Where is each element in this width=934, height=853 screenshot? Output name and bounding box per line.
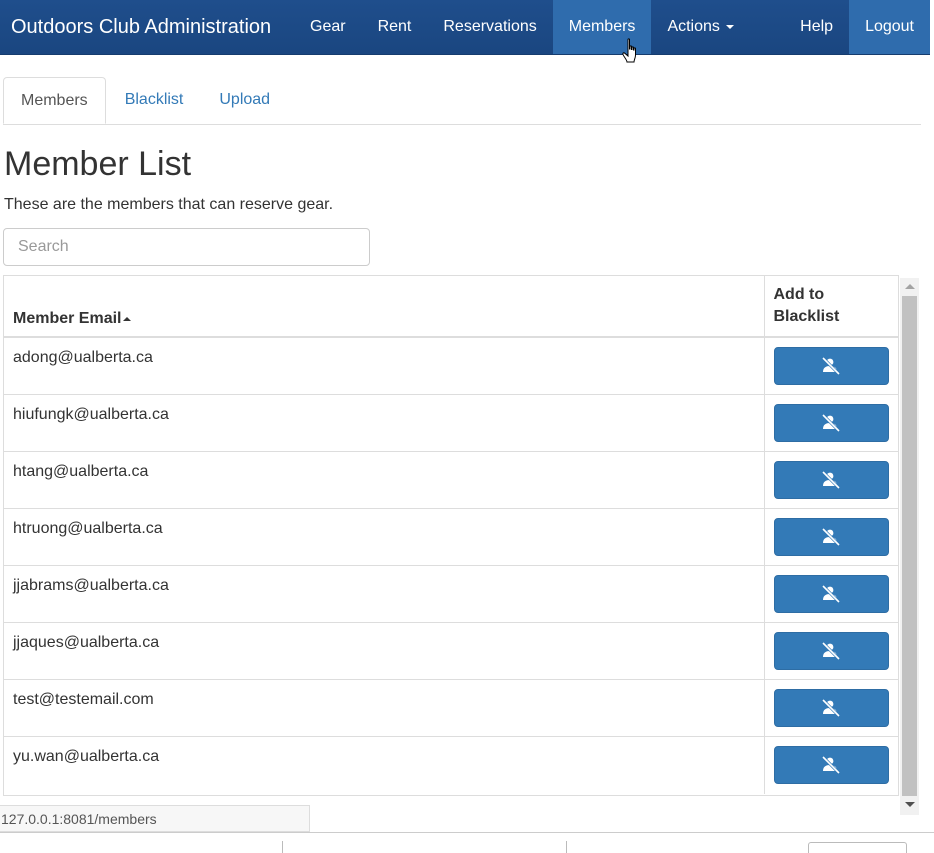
tab-upload[interactable]: Upload (202, 77, 287, 123)
sort-ascending-icon (123, 316, 132, 321)
user-slash-icon (821, 414, 841, 432)
nav-rent[interactable]: Rent (362, 0, 428, 54)
blacklist-action-cell (763, 565, 898, 623)
scroll-down-arrow-icon[interactable] (905, 802, 915, 807)
nav-reservations[interactable]: Reservations (427, 0, 552, 54)
vertical-scrollbar[interactable] (900, 278, 919, 815)
table-row: test@testemail.com (4, 679, 898, 737)
user-slash-icon (821, 528, 841, 546)
member-email-cell: test@testemail.com (4, 679, 764, 737)
members-table-container: Member Email Add to Blacklist adong@ualb… (3, 275, 899, 796)
add-to-blacklist-button[interactable] (773, 746, 889, 784)
table-row: adong@ualberta.ca (4, 336, 898, 395)
member-email-cell: adong@ualberta.ca (4, 336, 764, 395)
member-email-cell: jjabrams@ualberta.ca (4, 565, 764, 623)
table-row: yu.wan@ualberta.ca (4, 736, 898, 794)
user-slash-icon (821, 357, 841, 375)
brand-title[interactable]: Outdoors Club Administration (0, 16, 294, 39)
caret-down-icon (725, 25, 734, 29)
hand-pointer-cursor-icon (622, 38, 636, 63)
blacklist-action-cell (763, 736, 898, 794)
column-header-label: Member Email (13, 310, 122, 327)
column-header-member-email[interactable]: Member Email (4, 276, 764, 338)
status-bar-url: 127.0.0.1:8081/members (0, 805, 310, 832)
tab-blacklist[interactable]: Blacklist (108, 77, 201, 123)
search-input[interactable] (3, 228, 370, 266)
members-table: Member Email Add to Blacklist adong@ualb… (4, 276, 898, 794)
bottom-panel (0, 832, 934, 853)
tab-members[interactable]: Members (3, 77, 106, 124)
add-to-blacklist-button[interactable] (773, 632, 889, 670)
add-to-blacklist-button[interactable] (773, 404, 889, 442)
member-email-cell: htang@ualberta.ca (4, 451, 764, 509)
column-header-add-to-blacklist: Add to Blacklist (763, 276, 898, 338)
nav-actions-dropdown[interactable]: Actions (651, 0, 749, 54)
user-slash-icon (821, 699, 841, 717)
user-slash-icon (821, 756, 841, 774)
add-to-blacklist-button[interactable] (773, 347, 889, 385)
table-header-row: Member Email Add to Blacklist (4, 276, 898, 338)
table-row: jjaques@ualberta.ca (4, 622, 898, 680)
blacklist-action-cell (763, 451, 898, 509)
blacklist-action-cell (763, 336, 898, 395)
add-to-blacklist-button[interactable] (773, 518, 889, 556)
member-email-cell: jjaques@ualberta.ca (4, 622, 764, 680)
member-email-cell: yu.wan@ualberta.ca (4, 736, 764, 794)
bottom-divider (566, 841, 567, 853)
nav-help[interactable]: Help (784, 0, 849, 54)
user-slash-icon (821, 642, 841, 660)
blacklist-action-cell (763, 394, 898, 452)
add-to-blacklist-button[interactable] (773, 689, 889, 727)
user-slash-icon (821, 585, 841, 603)
nav-gear[interactable]: Gear (294, 0, 362, 54)
table-row: jjabrams@ualberta.ca (4, 565, 898, 623)
top-navbar: Outdoors Club Administration Gear Rent R… (0, 0, 930, 55)
blacklist-action-cell (763, 622, 898, 680)
table-row: htruong@ualberta.ca (4, 508, 898, 566)
member-tabs: Members Blacklist Upload (3, 77, 921, 125)
page-description: These are the members that can reserve g… (4, 196, 334, 213)
member-email-cell: hiufungk@ualberta.ca (4, 394, 764, 452)
nav-actions-label: Actions (667, 18, 720, 35)
bottom-button[interactable] (808, 842, 907, 853)
bottom-divider (282, 841, 283, 853)
add-to-blacklist-button[interactable] (773, 461, 889, 499)
nav-logout[interactable]: Logout (849, 0, 930, 54)
blacklist-action-cell (763, 508, 898, 566)
table-row: hiufungk@ualberta.ca (4, 394, 898, 452)
page-title: Member List (4, 145, 192, 183)
blacklist-action-cell (763, 679, 898, 737)
add-to-blacklist-button[interactable] (773, 575, 889, 613)
scrollbar-thumb[interactable] (902, 296, 917, 796)
member-email-cell: htruong@ualberta.ca (4, 508, 764, 566)
scroll-up-arrow-icon[interactable] (905, 284, 915, 289)
table-row: htang@ualberta.ca (4, 451, 898, 509)
user-slash-icon (821, 471, 841, 489)
